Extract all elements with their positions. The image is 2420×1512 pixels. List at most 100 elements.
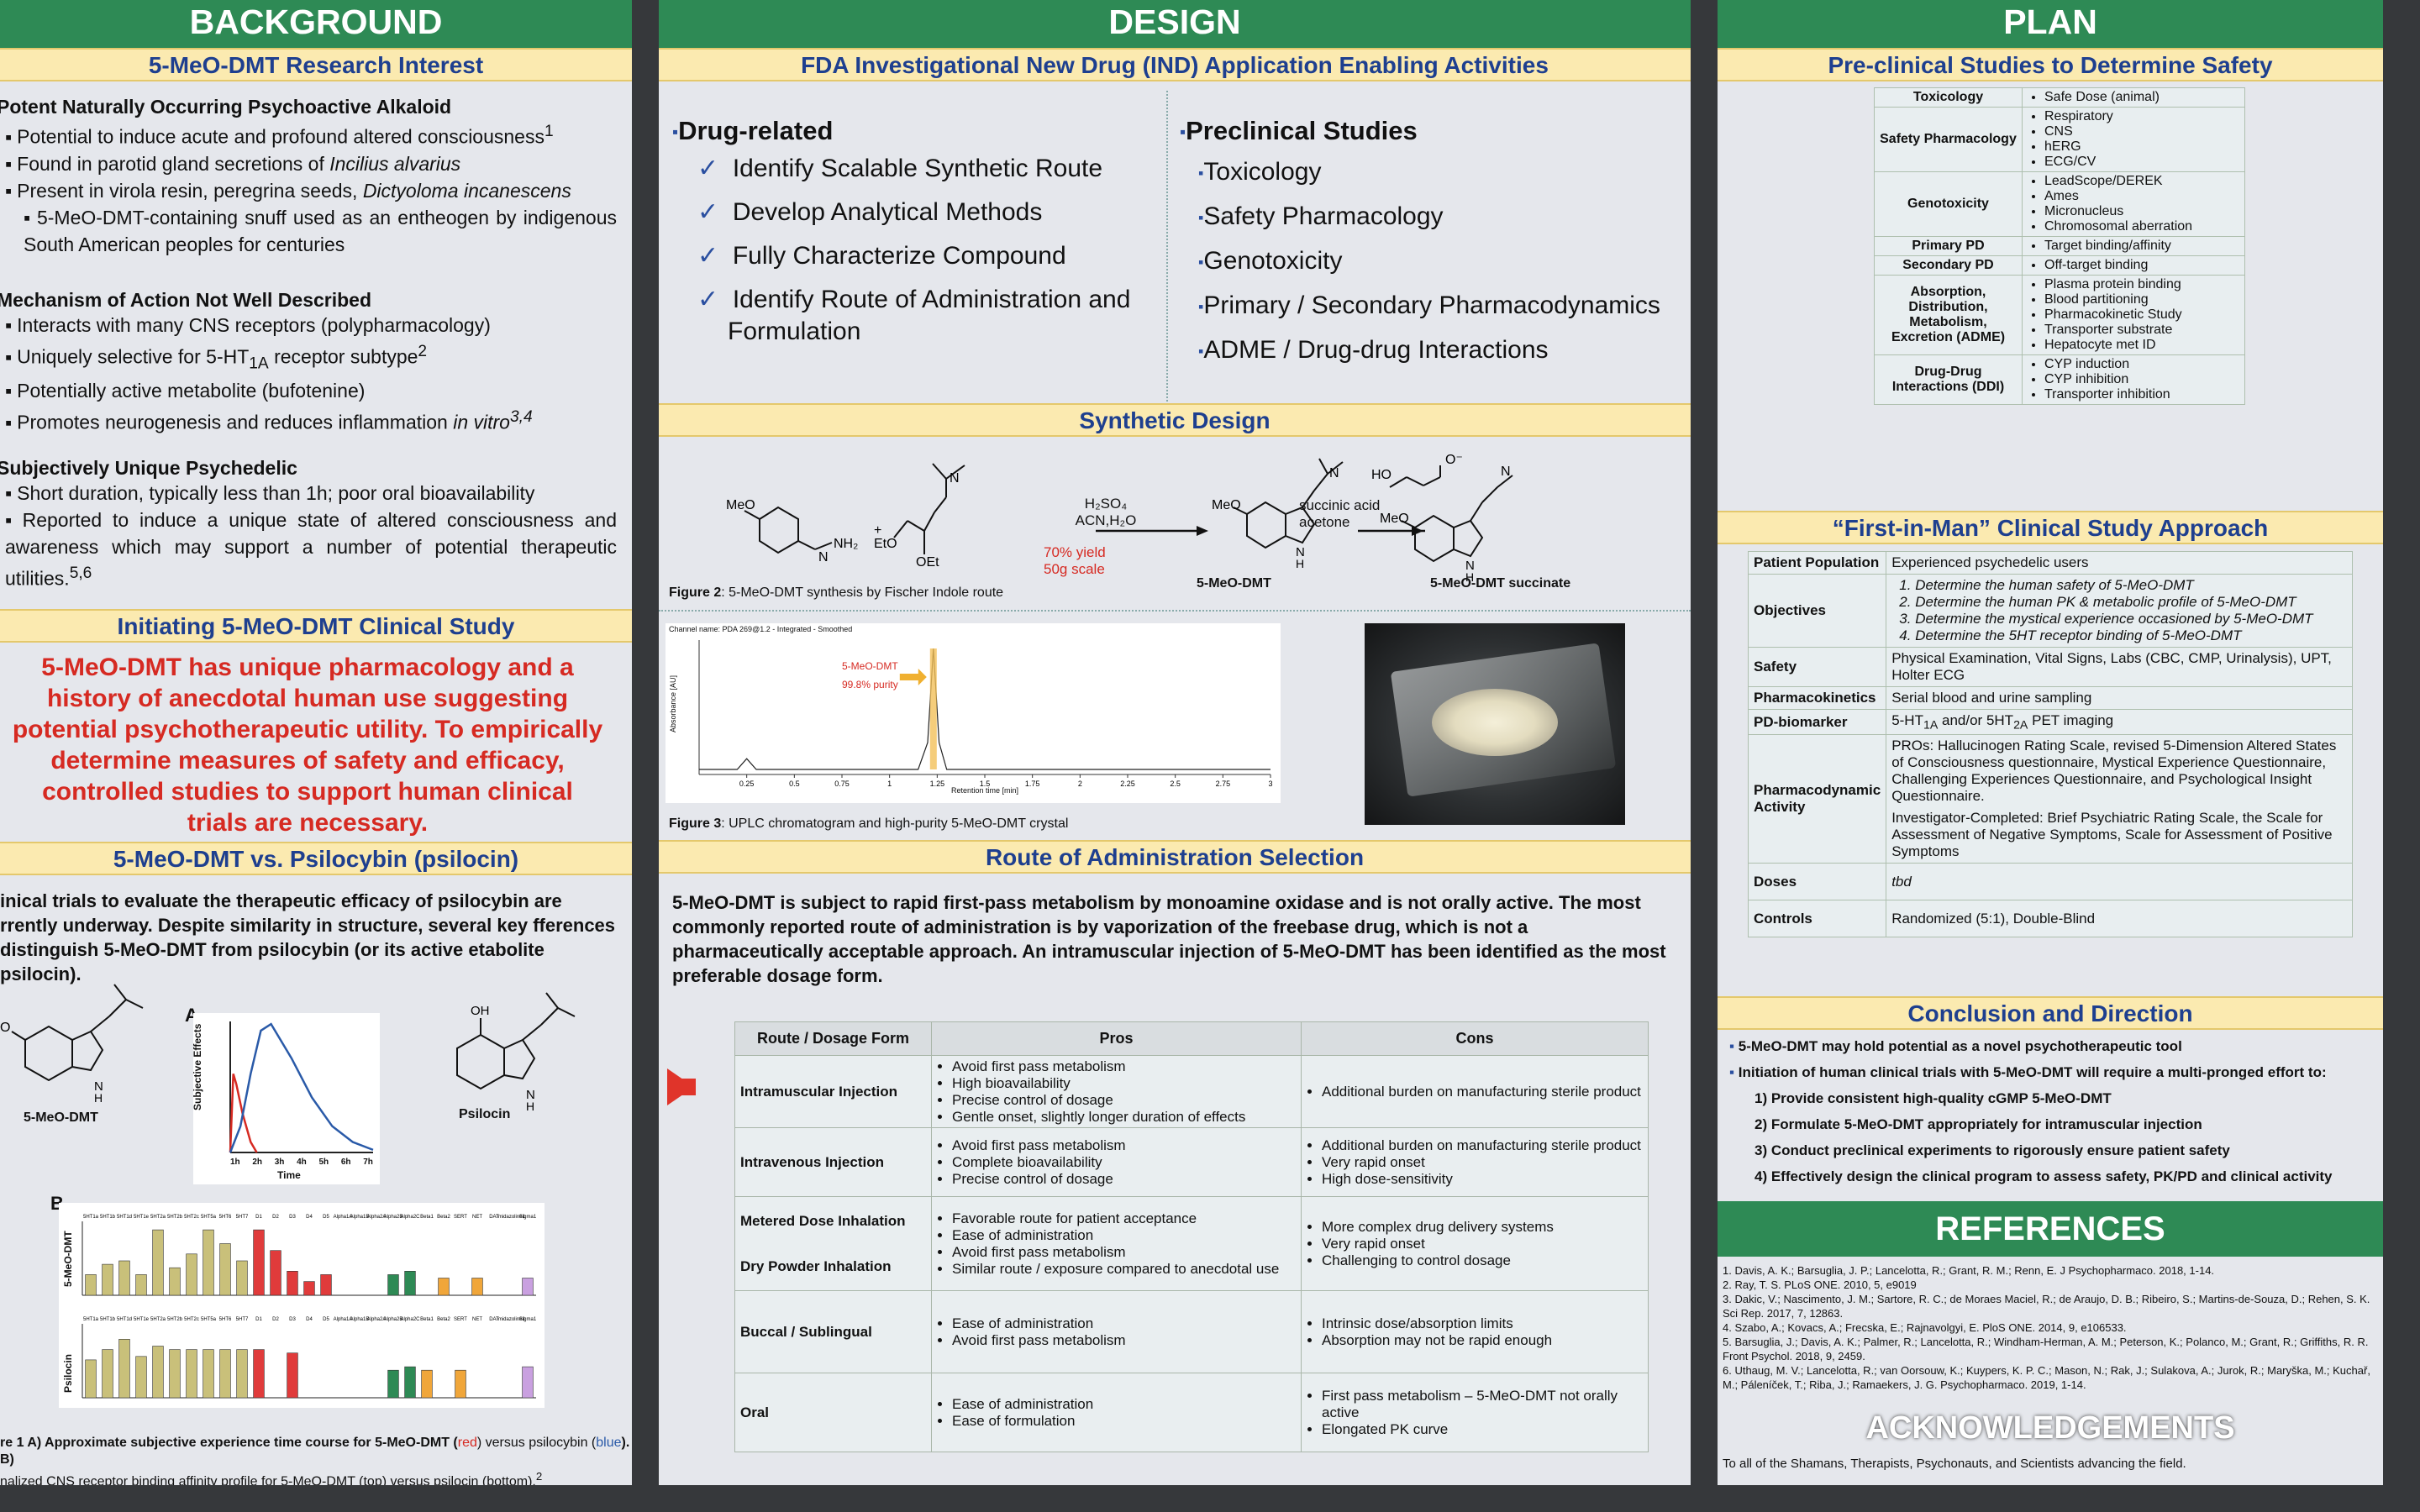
bullet: Potential to induce acute and profound a… (5, 118, 622, 150)
preclinical-studies-section: ▪Preclinical Studies ▪Toxicology ▪Safety… (1180, 116, 1684, 367)
bar (438, 1278, 450, 1296)
bar (118, 1339, 130, 1399)
chrom-annotation: 5-MeO-DMT 99.8% purity (842, 660, 898, 690)
peak-highlight (929, 648, 937, 769)
tick-label: D5 (323, 1317, 329, 1322)
initiating-statement: 5-MeO-DMT has unique pharmacology and a … (12, 654, 603, 837)
chart-b-ylabel-top: 5-MeO-DMT (62, 1231, 74, 1287)
tick-label: 0.25 (739, 780, 755, 788)
drug-item: ✓ Fully Characterize Compound (697, 242, 1066, 270)
tick-label: 2.75 (1216, 780, 1231, 788)
tick-label: 2 (1078, 780, 1082, 788)
tick-label: 0.5 (789, 780, 800, 788)
bar (85, 1359, 97, 1399)
svg-text:N: N (950, 471, 960, 486)
mechanism-section: Mechanism of Action Not Well Described I… (0, 289, 622, 436)
time-course-chart: Subjective Effects Time 1h 2h 3h 4h 5h 6h 7h (192, 1013, 380, 1184)
tick-label: D4 (306, 1215, 313, 1220)
preclinical-item: ▪ADME / Drug-drug Interactions (1198, 336, 1549, 365)
bar (219, 1349, 231, 1399)
tick-label: 2h (252, 1158, 263, 1167)
conclusion-bullet: ▪ Initiation of human clinical trials wi… (1729, 1064, 2327, 1080)
tick-label: D1 (255, 1317, 262, 1322)
route-cell: Metered Dose Inhalation Dry Powder Inhala… (734, 1196, 932, 1291)
table-row: Safety Physical Examination, Vital Signs,… (1747, 647, 2353, 687)
tick-label: 1h (230, 1158, 240, 1167)
tick-label: 5HT1a (83, 1317, 99, 1322)
drug-item: ✓ Identify Route of Administration and F… (697, 286, 1131, 345)
table-row: Controls Randomized (5:1), Double-Blind (1747, 900, 2353, 938)
tick-label: D3 (289, 1317, 296, 1322)
tick-label: 5HT6 (219, 1317, 232, 1322)
svg-text:HO: HO (1371, 468, 1392, 482)
background-column: BACKGROUND 5-MeO-DMT Research Interest P… (0, 0, 632, 1485)
figure2-caption: Figure 2: 5-MeO-DMT synthesis by Fischer… (669, 585, 1004, 600)
plan-header: PLAN (1718, 0, 2383, 48)
arrow-icon (667, 1079, 696, 1095)
bullet: Potentially active metabolite (bufotenin… (5, 377, 622, 404)
tick-label: 6h (340, 1158, 351, 1167)
tick-label: D2 (272, 1317, 279, 1322)
svg-text:H: H (1296, 557, 1304, 570)
table-row: Primary PDTarget binding/affinity (1874, 236, 2245, 256)
alkaloid-title: Potent Naturally Occurring Psychoactive … (0, 96, 452, 118)
table-row: Absorption, Distribution, Metabolism, Ex… (1874, 275, 2245, 355)
conclusion-text: ▪ 5-MeO-DMT may hold potential as a nove… (1729, 1033, 2376, 1189)
svg-text:+: + (874, 523, 881, 538)
svg-text:O: O (0, 1021, 10, 1035)
crystal-photo (1365, 623, 1625, 825)
psychedelic-section: Subjectively Unique Psychedelic Short du… (0, 457, 622, 592)
bar (522, 1366, 534, 1399)
bar (387, 1274, 399, 1296)
svg-text:NH₂: NH₂ (834, 537, 858, 551)
drug-related-section: ▪Drug-related ✓ Identify Scalable Synthe… (672, 116, 1143, 348)
svg-text:MeO: MeO (1212, 498, 1241, 512)
bar (85, 1274, 97, 1296)
preclinical-item: ▪Primary / Secondary Pharmacodynamics (1198, 291, 1660, 320)
bar (135, 1356, 147, 1399)
references-list: 1. Davis, A. K.; Barsuglia, J. P.; Lance… (1723, 1263, 2378, 1392)
preclinical-item: ▪Toxicology (1198, 158, 1322, 186)
chart-b-ylabel-bottom: Psilocin (62, 1353, 74, 1393)
tick-label: 3h (274, 1158, 285, 1167)
chart-a-ticks: 1h 2h 3h 4h 5h 6h 7h (230, 1158, 373, 1167)
bar (270, 1250, 281, 1296)
tick-label: Beta2 (437, 1317, 450, 1322)
tick-label: 2.25 (1120, 780, 1135, 788)
bullet: Uniquely selective for 5-HT1A receptor s… (5, 339, 622, 377)
tick-label: 1.75 (1025, 780, 1040, 788)
conclusion-step: 4) Effectively design the clinical progr… (1754, 1168, 2333, 1184)
bar (102, 1349, 113, 1399)
tick-label: Alpha2C (400, 1215, 420, 1220)
tick-label: 2.5 (1170, 780, 1181, 788)
bar (102, 1263, 113, 1296)
bar (253, 1349, 265, 1399)
roa-table: Route / Dosage Form Pros Cons Intramuscula… (734, 1021, 1649, 1452)
conclusion-step: 1) Provide consistent high-quality cGMP … (1754, 1090, 2112, 1106)
table-row: Drug-Drug Interactions (DDI)CYP inductio… (1874, 354, 2245, 405)
table-row: Intravenous Injection Avoid first pass m… (734, 1127, 1649, 1197)
svg-text:OH: OH (471, 1004, 490, 1018)
tick-label: 1.25 (930, 780, 945, 788)
preclinical-safety-title: Pre-clinical Studies to Determine Safety (1718, 48, 2383, 81)
psilocin-structure-icon: OH NH (456, 992, 576, 1113)
roa-title: Route of Administration Selection (659, 840, 1691, 874)
bullet: 5-MeO-DMT-containing snuff used as an en… (24, 204, 617, 258)
bullet: Interacts with many CNS receptors (polyp… (5, 312, 622, 339)
chromatogram: Channel name: PDA 269@1.2 - Integrated -… (666, 623, 1281, 803)
tick-label: 5HT2c (184, 1317, 199, 1322)
svg-text:H: H (94, 1091, 103, 1105)
bar (253, 1229, 265, 1296)
first-in-man-title: “First-in-Man” Clinical Study Approach (1718, 511, 2383, 544)
receptor-binding-chart: 5HT1a 5HT1b 5HT1d 5HT1e 5HT2a 5HT2b 5HT2c 5HT5a… (59, 1203, 544, 1408)
mol2-label: Psilocin (459, 1107, 511, 1121)
bar (236, 1260, 248, 1296)
arrow-icon (899, 669, 927, 685)
mol1-label: 5-MeO-DMT (24, 1110, 98, 1125)
tick-label: Sigma1 (519, 1317, 537, 1322)
mechanism-title: Mechanism of Action Not Well Described (0, 289, 372, 311)
conclusion-step: 2) Formulate 5-MeO-DMT appropriately for… (1754, 1116, 2202, 1132)
table-row: Pharmacokinetics Serial blood and urine s… (1747, 686, 2353, 710)
reference-item: 4. Szabo, A.; Kovacs, A.; Frecska, E.; R… (1723, 1321, 2127, 1334)
5-meo-dmt-structure-icon: NH O (0, 984, 144, 1105)
